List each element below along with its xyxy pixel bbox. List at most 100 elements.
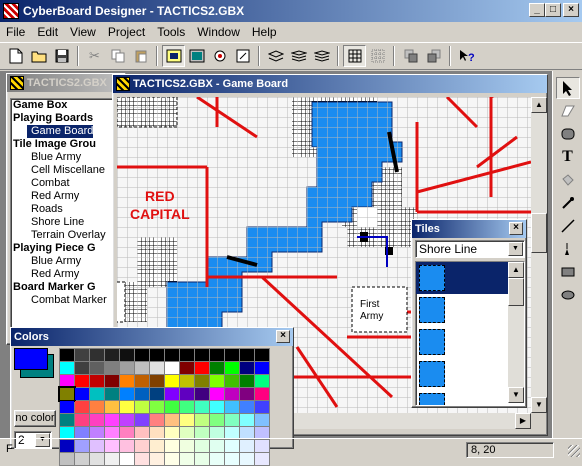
minimize-button[interactable]: _ bbox=[529, 3, 545, 17]
palette-color-cell[interactable] bbox=[180, 349, 194, 361]
palette-color-cell[interactable] bbox=[90, 349, 104, 361]
line-tool-icon[interactable] bbox=[556, 215, 580, 237]
menu-edit[interactable]: Edit bbox=[31, 23, 64, 41]
colors-window-title-bar[interactable]: Colors × bbox=[11, 328, 293, 346]
palette-color-cell[interactable] bbox=[255, 414, 269, 426]
menu-file[interactable]: File bbox=[0, 23, 31, 41]
rectangle-tool-icon[interactable] bbox=[556, 261, 580, 283]
palette-color-cell[interactable] bbox=[60, 362, 74, 374]
board-view-icon[interactable] bbox=[162, 45, 185, 67]
palette-color-cell[interactable] bbox=[240, 414, 254, 426]
palette-color-cell[interactable] bbox=[75, 375, 89, 387]
palette-color-cell[interactable] bbox=[105, 375, 119, 387]
palette-color-cell[interactable] bbox=[75, 349, 89, 361]
palette-color-cell[interactable] bbox=[195, 414, 209, 426]
palette-color-cell[interactable] bbox=[150, 349, 164, 361]
palette-color-cell[interactable] bbox=[135, 349, 149, 361]
palette-color-cell[interactable] bbox=[255, 375, 269, 387]
scroll-right-button[interactable]: ▶ bbox=[515, 413, 531, 429]
scroll-down-button[interactable]: ▼ bbox=[508, 387, 524, 403]
palette-color-cell[interactable] bbox=[255, 349, 269, 361]
palette-color-cell[interactable] bbox=[180, 414, 194, 426]
scroll-up-button[interactable]: ▲ bbox=[531, 97, 547, 113]
palette-color-cell[interactable] bbox=[240, 349, 254, 361]
palette-color-cell[interactable] bbox=[225, 388, 239, 400]
tree-group-header[interactable]: Playing Boards bbox=[11, 112, 123, 125]
tiles-window-title-bar[interactable]: Tiles × bbox=[412, 220, 526, 238]
palette-color-cell[interactable] bbox=[180, 388, 194, 400]
palette-color-cell[interactable] bbox=[180, 401, 194, 413]
palette-color-cell[interactable] bbox=[60, 401, 74, 413]
palette-color-cell[interactable] bbox=[195, 349, 209, 361]
tree-item[interactable]: Red Army bbox=[11, 190, 123, 203]
palette-color-cell[interactable] bbox=[135, 375, 149, 387]
palette-color-cell[interactable] bbox=[240, 362, 254, 374]
palette-color-cell[interactable] bbox=[105, 414, 119, 426]
palette-color-cell[interactable] bbox=[165, 362, 179, 374]
palette-color-cell[interactable] bbox=[150, 414, 164, 426]
eraser-icon[interactable] bbox=[556, 100, 580, 122]
tree-item[interactable]: Combat bbox=[11, 177, 123, 190]
dotted-grid-icon[interactable] bbox=[366, 45, 389, 67]
project-window-title-bar[interactable]: TACTICS2.GBX bbox=[7, 74, 125, 92]
copy-icon[interactable] bbox=[106, 45, 129, 67]
tile-list[interactable]: ▲ ▼ bbox=[415, 261, 525, 406]
scroll-up-button[interactable]: ▲ bbox=[508, 262, 524, 278]
tree-item[interactable]: Red Army bbox=[11, 268, 123, 281]
palette-color-cell[interactable] bbox=[225, 375, 239, 387]
palette-color-cell[interactable] bbox=[225, 401, 239, 413]
palette-color-cell[interactable] bbox=[60, 349, 74, 361]
tree-group-header[interactable]: Board Marker G bbox=[11, 281, 123, 294]
grid-icon[interactable] bbox=[343, 45, 366, 67]
palette-color-cell[interactable] bbox=[120, 388, 134, 400]
palette-color-cell[interactable] bbox=[75, 362, 89, 374]
layer-2-icon[interactable] bbox=[287, 45, 310, 67]
palette-color-cell[interactable] bbox=[255, 362, 269, 374]
palette-color-cell[interactable] bbox=[210, 349, 224, 361]
tree-item[interactable]: Combat Marker bbox=[11, 294, 123, 307]
tree-item[interactable]: Shore Line bbox=[11, 216, 123, 229]
tree-item[interactable]: Blue Army bbox=[11, 151, 123, 164]
tree-item[interactable]: Roads bbox=[11, 203, 123, 216]
palette-color-cell[interactable] bbox=[60, 375, 74, 387]
tree-item[interactable]: Game Board bbox=[11, 125, 123, 138]
palette-color-cell[interactable] bbox=[165, 375, 179, 387]
palette-color-cell[interactable] bbox=[255, 401, 269, 413]
palette-color-cell[interactable] bbox=[195, 362, 209, 374]
palette-color-cell[interactable] bbox=[135, 401, 149, 413]
palette-color-cell[interactable] bbox=[58, 386, 76, 402]
palette-color-cell[interactable] bbox=[150, 401, 164, 413]
palette-color-cell[interactable] bbox=[255, 388, 269, 400]
menu-help[interactable]: Help bbox=[246, 23, 283, 41]
tree-group-header[interactable]: Game Box bbox=[11, 99, 123, 112]
resize-grip-icon[interactable] bbox=[568, 445, 580, 457]
palette-color-cell[interactable] bbox=[165, 349, 179, 361]
palette-color-cell[interactable] bbox=[195, 375, 209, 387]
palette-color-cell[interactable] bbox=[75, 414, 89, 426]
new-file-icon[interactable] bbox=[4, 45, 27, 67]
cyberboard-app-icon[interactable] bbox=[3, 3, 19, 19]
fill-bucket-icon[interactable] bbox=[556, 169, 580, 191]
palette-color-cell[interactable] bbox=[210, 375, 224, 387]
palette-color-cell[interactable] bbox=[135, 388, 149, 400]
edit-icon[interactable] bbox=[231, 45, 254, 67]
layer-3-icon[interactable] bbox=[310, 45, 333, 67]
palette-color-cell[interactable] bbox=[105, 401, 119, 413]
rounded-rect-icon[interactable] bbox=[556, 123, 580, 145]
palette-color-cell[interactable] bbox=[120, 362, 134, 374]
eyedropper-icon[interactable] bbox=[556, 192, 580, 214]
palette-color-cell[interactable] bbox=[90, 375, 104, 387]
tile-list-scrollbar[interactable]: ▲ ▼ bbox=[508, 262, 524, 403]
palette-color-cell[interactable] bbox=[195, 388, 209, 400]
tile-palette-icon[interactable] bbox=[185, 45, 208, 67]
colors-close-button[interactable]: × bbox=[276, 330, 290, 343]
palette-color-cell[interactable] bbox=[180, 362, 194, 374]
palette-color-cell[interactable] bbox=[240, 401, 254, 413]
palette-color-cell[interactable] bbox=[225, 349, 239, 361]
palette-color-cell[interactable] bbox=[135, 414, 149, 426]
palette-color-cell[interactable] bbox=[150, 388, 164, 400]
ellipse-tool-icon[interactable] bbox=[556, 284, 580, 306]
palette-color-cell[interactable] bbox=[60, 414, 74, 426]
paint-brush-icon[interactable] bbox=[556, 238, 580, 260]
palette-color-cell[interactable] bbox=[120, 401, 134, 413]
